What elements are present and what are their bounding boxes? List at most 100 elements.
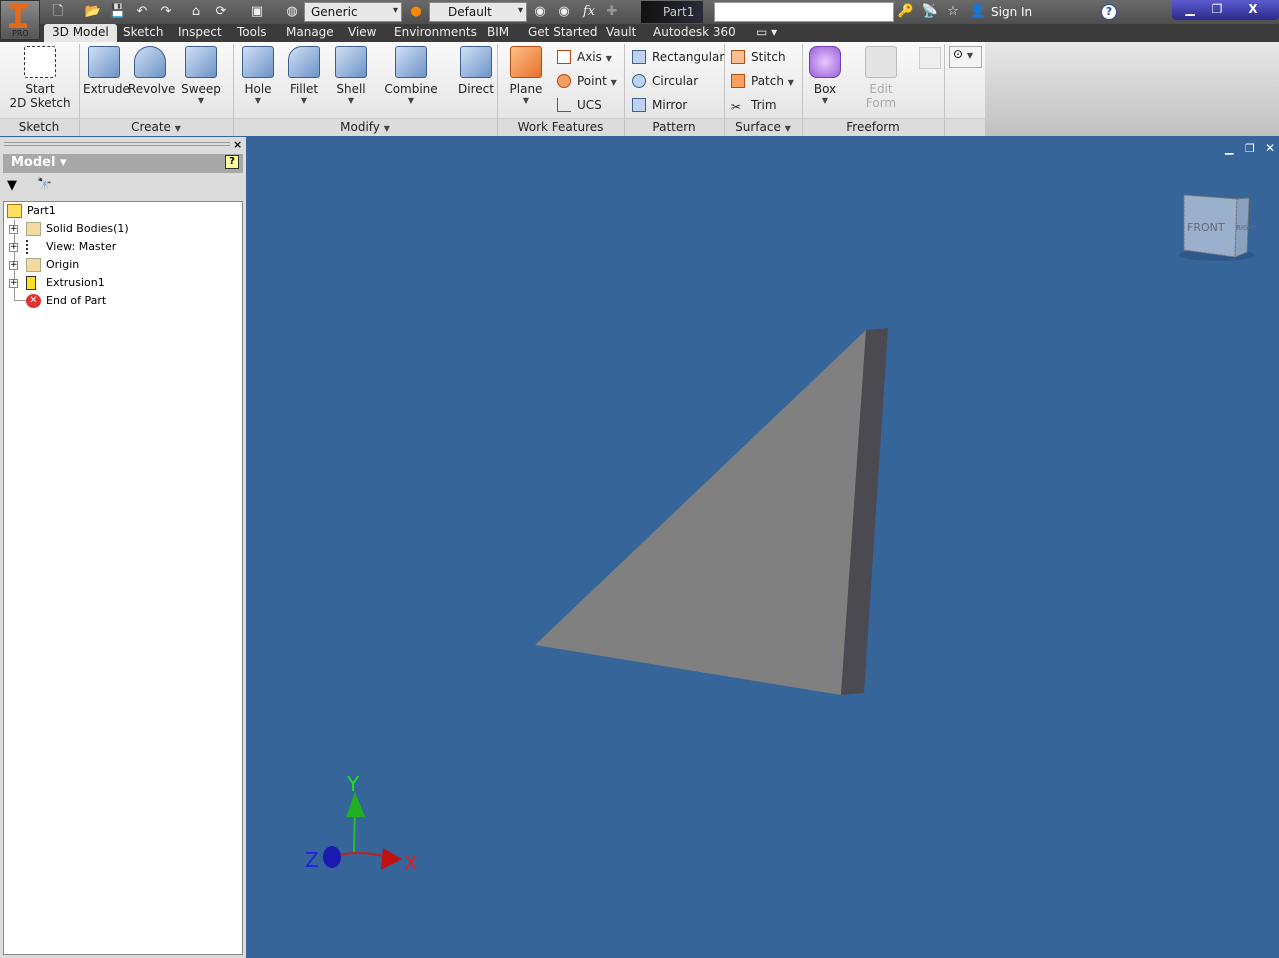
sweep-button[interactable]: Sweep ▼ [180,46,222,105]
tab-sketch[interactable]: Sketch [115,24,171,42]
material-icon[interactable]: ◍ [283,3,301,21]
extrusion-icon [26,276,36,290]
undo-icon[interactable]: ↶ [133,3,151,21]
tab-bim[interactable]: BIM [479,24,517,42]
tab-get-started[interactable]: Get Started [520,24,606,42]
tab-environments[interactable]: Environments [386,24,485,42]
redo-icon[interactable]: ↷ [157,3,175,21]
panel-create-label[interactable]: Create ▼ [80,120,232,134]
tree-node-origin[interactable]: Origin [26,256,79,274]
ribbon-display-toggle[interactable]: ▭ ▾ [748,24,785,42]
tab-tools[interactable]: Tools [229,24,275,42]
minimize-icon[interactable]: ▁ [1175,0,1205,18]
find-binoculars-icon[interactable]: 🔭 [37,177,52,191]
tree-node-view-master[interactable]: View: Master [26,238,116,256]
open-icon[interactable]: 📂 [84,3,102,21]
ucs-button[interactable]: UCS [557,96,602,114]
stitch-button[interactable]: Stitch [731,48,786,66]
parameters-icon[interactable]: fx [580,3,598,21]
tab-3d-model[interactable]: 3D Model [44,24,117,42]
label: View: Master [46,240,117,253]
browser-grip[interactable] [4,142,230,146]
triangle-face [535,330,866,695]
panel-pattern-label: Pattern [652,120,696,134]
ucs-icon [557,98,571,112]
expand-icon[interactable]: + [9,243,18,252]
favorites-star-icon[interactable]: ☆ [944,3,962,21]
help-icon[interactable]: ? [225,155,239,169]
shell-button[interactable]: Shell ▼ [331,46,371,105]
tree-node-part1[interactable]: Part1 [7,202,56,220]
add-icon[interactable]: ✚ [603,3,621,21]
panel-modify-label[interactable]: Modify ▼ [234,120,496,134]
patch-button[interactable]: Patch ▼ [731,72,794,90]
restore-icon[interactable]: ❐ [1202,0,1232,18]
fillet-button[interactable]: Fillet ▼ [284,46,324,105]
plane-button[interactable]: Plane ▼ [506,46,546,105]
tab-view[interactable]: View [340,24,384,42]
sign-in-link[interactable]: Sign In [991,5,1032,19]
filter-icon[interactable]: ▼ [7,178,17,193]
tab-inspect[interactable]: Inspect [170,24,230,42]
clear-appearance-icon[interactable]: ◉ [555,3,573,21]
tab-manage[interactable]: Manage [278,24,342,42]
combine-button[interactable]: Combine ▼ [383,46,439,105]
hole-button[interactable]: Hole ▼ [238,46,278,105]
new-icon[interactable]: 🗋 [49,3,67,21]
tree-node-extrusion1[interactable]: Extrusion1 [26,274,105,292]
browser-header[interactable]: Model ▾ [3,154,243,173]
help-icon[interactable]: ? [1101,4,1117,20]
select-icon[interactable]: ▣ [248,3,266,21]
search-input[interactable] [714,2,894,22]
extrude-button[interactable]: Extrude [83,46,130,96]
convert-icon[interactable] [919,47,941,69]
tab-vault[interactable]: Vault [598,24,644,42]
tree-node-solid-bodies[interactable]: Solid Bodies(1) [26,220,129,238]
user-icon[interactable]: 👤 [969,3,987,21]
axis-button[interactable]: Axis ▼ [557,48,612,66]
direct-button[interactable]: Direct [456,46,496,96]
expand-icon[interactable]: + [9,225,18,234]
communication-center-icon[interactable]: 📡 [921,3,939,21]
label: Plane [509,82,543,96]
label: Shell [336,82,366,96]
key-icon[interactable]: 🔑 [897,3,915,21]
tree-node-end-of-part[interactable]: ✕ End of Part [26,292,106,310]
rectangular-pattern-button[interactable]: Rectangular [632,48,724,66]
label: Origin [46,258,80,271]
ribbon-panel-labels: Sketch Create ▼ Modify ▼ Work Features P… [0,118,985,136]
point-button[interactable]: Point ▼ [557,72,617,90]
close-icon[interactable]: X [1238,0,1268,18]
divider [79,44,80,136]
adjust-appearance-icon[interactable]: ◉ [531,3,549,21]
material-select[interactable]: Generic [304,2,402,22]
home-icon[interactable]: ⌂ [187,3,205,21]
start-2d-sketch-button[interactable]: Start 2D Sketch [8,46,72,110]
tab-autodesk-360[interactable]: Autodesk 360 [645,24,744,42]
appearance-select[interactable]: Default [429,2,527,22]
expand-icon[interactable]: + [9,261,18,270]
revolve-button[interactable]: Revolve [128,46,175,96]
browser-close-icon[interactable]: × [233,138,242,151]
box-button[interactable]: Box ▼ [806,46,844,105]
color-wheel-icon[interactable]: ● [407,3,425,21]
edit-form-button[interactable]: Edit Form [858,46,904,110]
panel-surface-label[interactable]: Surface ▼ [725,120,801,134]
plane-icon [510,46,542,78]
folder-icon [26,222,41,236]
update-icon[interactable]: ⟳ [212,3,230,21]
save-icon[interactable]: 💾 [109,3,127,21]
expand-icon[interactable]: + [9,279,18,288]
mirror-button[interactable]: Mirror [632,96,687,114]
direct-edit-icon [460,46,492,78]
circular-pattern-button[interactable]: Circular [632,72,698,90]
graphics-viewport[interactable]: ▁ ❐ ✕ FRONT RIGHT Y X Z [247,137,1279,958]
label: Direct [458,82,494,96]
panel-options-dropdown[interactable]: ⊙ ▼ [949,46,982,68]
tree-line [14,300,26,301]
trim-button[interactable]: ✂ Trim [731,96,777,114]
application-menu-button[interactable]: PRO [0,0,40,40]
modify-label: Modify [340,120,380,134]
label: Form [865,96,897,110]
viewcube-right-label: RIGHT [1236,224,1259,232]
